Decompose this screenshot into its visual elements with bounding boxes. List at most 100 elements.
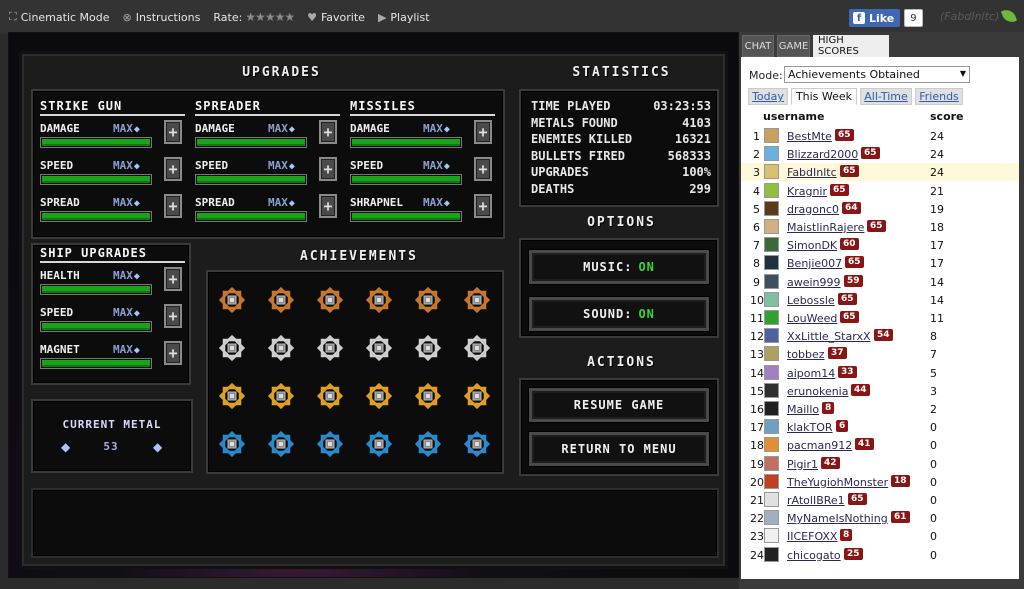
upgrade-plus-button[interactable]: + (164, 157, 182, 181)
achievement-badge-icon[interactable] (217, 333, 247, 363)
upgrade-plus-button[interactable]: + (164, 267, 182, 291)
tab-all-time[interactable]: All-Time (860, 88, 912, 105)
tab-chat[interactable]: CHAT (742, 35, 774, 57)
username-link[interactable]: Lebossle (787, 294, 835, 307)
tab-game[interactable]: GAME (777, 35, 810, 57)
username-link[interactable]: MaistlinRajere (787, 221, 864, 234)
achievement-badge-icon[interactable] (315, 285, 345, 315)
upgrade-plus-button[interactable]: + (474, 120, 492, 144)
facebook-like-button[interactable]: f Like (849, 9, 901, 27)
avatar[interactable] (764, 546, 779, 562)
achievement-badge-icon[interactable] (217, 381, 247, 411)
username-link[interactable]: Kragnir (787, 185, 827, 198)
avatar[interactable] (764, 364, 779, 380)
username-link[interactable]: erunokenia (787, 385, 848, 398)
avatar[interactable] (764, 328, 779, 344)
upgrade-plus-button[interactable]: + (319, 194, 337, 218)
avatar[interactable] (764, 455, 779, 471)
upgrade-plus-button[interactable]: + (319, 157, 337, 181)
avatar[interactable] (764, 146, 779, 162)
tab-high-scores[interactable]: HIGH SCORES (813, 35, 889, 57)
upgrade-plus-button[interactable]: + (164, 194, 182, 218)
avatar[interactable] (764, 473, 779, 489)
achievement-badge-icon[interactable] (462, 429, 492, 459)
upgrade-plus-button[interactable]: + (164, 120, 182, 144)
avatar[interactable] (764, 528, 779, 544)
game-canvas[interactable]: UPGRADES STATISTICS CURRENT METAL ◆ 53 ◆… (8, 32, 739, 578)
username-link[interactable]: MyNameIsNothing (787, 512, 888, 525)
username-link[interactable]: tobbez (787, 348, 825, 361)
avatar[interactable] (764, 200, 779, 216)
rating-widget[interactable]: Rate: ★★★★★ (213, 10, 295, 24)
achievement-badge-icon[interactable] (266, 333, 296, 363)
username-link[interactable]: LouWeed (787, 312, 837, 325)
avatar[interactable] (764, 382, 779, 398)
achievement-badge-icon[interactable] (413, 429, 443, 459)
username-link[interactable]: FabdInltc (787, 166, 837, 179)
avatar[interactable] (764, 419, 779, 435)
avatar[interactable] (764, 437, 779, 453)
achievement-badge-icon[interactable] (364, 381, 394, 411)
achievement-badge-icon[interactable] (413, 285, 443, 315)
username-link[interactable]: rAtolIBRe1 (787, 494, 845, 507)
achievement-badge-icon[interactable] (315, 429, 345, 459)
achievement-badge-icon[interactable] (462, 381, 492, 411)
achievement-badge-icon[interactable] (315, 333, 345, 363)
instructions-button[interactable]: ⊗ Instructions (123, 11, 201, 24)
achievement-badge-icon[interactable] (364, 285, 394, 315)
username-link[interactable]: SimonDK (787, 239, 837, 252)
username-link[interactable]: Maillo (787, 403, 819, 416)
avatar[interactable] (764, 237, 779, 253)
username-link[interactable]: XxLittle_StarxX (787, 330, 871, 343)
achievement-badge-icon[interactable] (266, 429, 296, 459)
achievement-badge-icon[interactable] (364, 333, 394, 363)
sound-toggle-button[interactable]: SOUND: ON (529, 297, 709, 331)
avatar[interactable] (764, 255, 779, 271)
username-link[interactable]: Pigir1 (787, 458, 818, 471)
upgrade-plus-button[interactable]: + (319, 120, 337, 144)
tab-friends[interactable]: Friends (915, 88, 963, 105)
upgrade-plus-button[interactable]: + (474, 194, 492, 218)
avatar[interactable] (764, 128, 779, 143)
tab-this-week[interactable]: This Week (791, 88, 857, 105)
avatar[interactable] (764, 182, 779, 198)
achievement-badge-icon[interactable] (266, 285, 296, 315)
username-link[interactable]: chicogato (787, 549, 841, 562)
avatar[interactable] (764, 219, 779, 234)
username-link[interactable]: Blizzard2000 (787, 148, 858, 161)
username-link[interactable]: IICEFOXX (787, 530, 837, 543)
upgrade-plus-button[interactable]: + (474, 157, 492, 181)
username-link[interactable]: (FabdInltc) (940, 10, 999, 23)
achievement-badge-icon[interactable] (413, 381, 443, 411)
cinematic-mode-button[interactable]: ⛶ Cinematic Mode (9, 10, 110, 24)
username-link[interactable]: Benjie007 (787, 257, 842, 270)
avatar[interactable] (764, 346, 779, 362)
username-link[interactable]: TheYugiohMonster (787, 476, 888, 489)
achievement-badge-icon[interactable] (217, 285, 247, 315)
star-rating-icon[interactable]: ★★★★★ (245, 10, 295, 24)
username-link[interactable]: BestMte (787, 130, 832, 143)
achievement-badge-icon[interactable] (462, 285, 492, 315)
username-link[interactable]: awein999 (787, 276, 841, 289)
achievement-badge-icon[interactable] (462, 333, 492, 363)
mode-select[interactable]: Achievements Obtained ▼ (784, 66, 970, 83)
achievement-badge-icon[interactable] (364, 429, 394, 459)
playlist-button[interactable]: ▶ Playlist (378, 11, 430, 24)
avatar[interactable] (764, 492, 779, 507)
username-link[interactable]: aipom14 (787, 367, 835, 380)
username-link[interactable]: pacman912 (787, 439, 852, 452)
favorite-button[interactable]: ♥ Favorite (307, 11, 365, 24)
upgrade-plus-button[interactable]: + (164, 341, 182, 365)
username-link[interactable]: klakTOR (787, 421, 833, 434)
resume-game-button[interactable]: RESUME GAME (529, 388, 709, 422)
avatar[interactable] (764, 401, 779, 416)
avatar[interactable] (764, 510, 779, 526)
avatar[interactable] (764, 164, 779, 180)
avatar[interactable] (764, 273, 779, 289)
achievement-badge-icon[interactable] (315, 381, 345, 411)
achievement-badge-icon[interactable] (266, 381, 296, 411)
return-to-menu-button[interactable]: RETURN TO MENU (529, 432, 709, 466)
username-link[interactable]: dragonc0 (787, 203, 839, 216)
avatar[interactable] (764, 291, 779, 307)
avatar[interactable] (764, 310, 779, 325)
